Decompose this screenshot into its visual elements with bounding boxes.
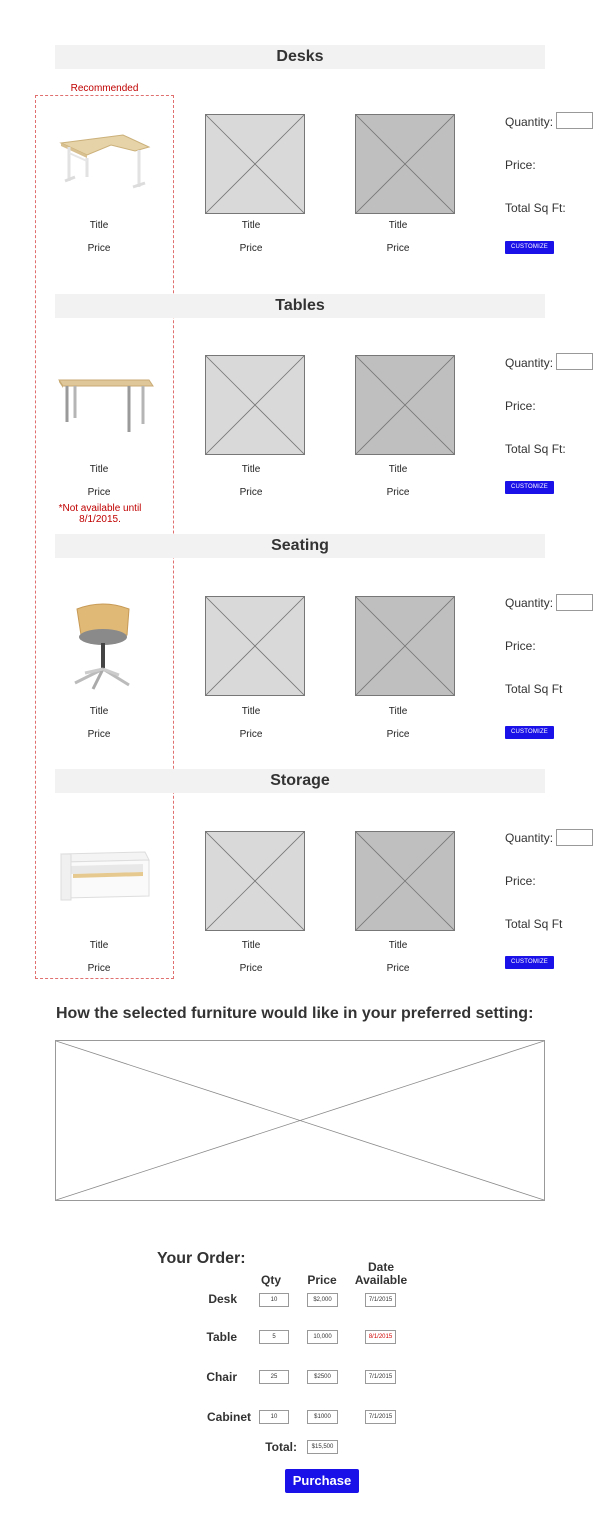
chair-photo[interactable] bbox=[53, 595, 155, 697]
quantity-label: Quantity: bbox=[505, 115, 554, 129]
customize-button[interactable]: CUSTOMIZE bbox=[505, 241, 554, 254]
section-title-seating: Seating bbox=[55, 534, 545, 558]
date-column-header-line2: Available bbox=[354, 1273, 408, 1287]
item-price: Price bbox=[87, 487, 111, 498]
order-date-field: 7/1/2015 bbox=[365, 1293, 396, 1307]
order-qty-field[interactable]: 10 bbox=[259, 1410, 289, 1424]
item-price: Price bbox=[87, 963, 111, 974]
order-qty-field[interactable]: 25 bbox=[259, 1370, 289, 1384]
desk-quantity-input[interactable] bbox=[556, 112, 593, 129]
image-placeholder[interactable] bbox=[355, 596, 455, 696]
quantity-label: Quantity: bbox=[505, 356, 554, 370]
item-title: Title bbox=[89, 706, 109, 717]
image-placeholder[interactable] bbox=[355, 355, 455, 455]
item-title: Title bbox=[241, 706, 261, 717]
image-placeholder[interactable] bbox=[205, 355, 305, 455]
item-price: Price bbox=[386, 963, 410, 974]
item-price: Price bbox=[87, 729, 111, 740]
item-title: Title bbox=[241, 464, 261, 475]
customize-button[interactable]: CUSTOMIZE bbox=[505, 956, 554, 969]
total-sqft-label: Total Sq Ft bbox=[505, 682, 563, 696]
order-qty-field[interactable]: 10 bbox=[259, 1293, 289, 1307]
availability-note: *Not available until 8/1/2015. bbox=[58, 503, 142, 525]
order-row-label: Desk bbox=[208, 1292, 237, 1306]
order-date-field: 7/1/2015 bbox=[365, 1370, 396, 1384]
image-placeholder[interactable] bbox=[205, 831, 305, 931]
table-photo[interactable] bbox=[53, 354, 155, 456]
order-total-field: $15,500 bbox=[307, 1440, 338, 1454]
seating-quantity-input[interactable] bbox=[556, 594, 593, 611]
item-title: Title bbox=[89, 464, 109, 475]
price-column-header: Price bbox=[307, 1273, 337, 1287]
section-title-desks: Desks bbox=[55, 45, 545, 69]
order-qty-field[interactable]: 5 bbox=[259, 1330, 289, 1344]
order-row-label: Table bbox=[206, 1330, 237, 1344]
order-row-label: Cabinet bbox=[206, 1410, 251, 1424]
item-price: Price bbox=[239, 487, 263, 498]
qty-column-header: Qty bbox=[260, 1273, 281, 1287]
price-label: Price: bbox=[505, 639, 536, 653]
item-price: Price bbox=[386, 729, 410, 740]
recommended-label: Recommended bbox=[70, 83, 139, 94]
item-title: Title bbox=[388, 706, 408, 717]
quantity-label: Quantity: bbox=[505, 831, 554, 845]
price-label: Price: bbox=[505, 399, 536, 413]
image-placeholder[interactable] bbox=[355, 114, 455, 214]
item-price: Price bbox=[239, 963, 263, 974]
order-price-field: 10,000 bbox=[307, 1330, 338, 1344]
order-date-field: 8/1/2015 bbox=[365, 1330, 396, 1344]
total-sqft-label: Total Sq Ft bbox=[505, 917, 563, 931]
image-placeholder[interactable] bbox=[205, 114, 305, 214]
setting-preview-image bbox=[55, 1040, 545, 1201]
item-title: Title bbox=[241, 940, 261, 951]
section-title-storage: Storage bbox=[55, 769, 545, 793]
table-quantity-input[interactable] bbox=[556, 353, 593, 370]
item-title: Title bbox=[89, 220, 109, 231]
preview-heading: How the selected furniture would like in… bbox=[56, 1005, 534, 1022]
order-title: Your Order: bbox=[157, 1250, 246, 1267]
price-label: Price: bbox=[505, 158, 536, 172]
image-placeholder[interactable] bbox=[355, 831, 455, 931]
order-row-label: Chair bbox=[206, 1370, 237, 1384]
price-label: Price: bbox=[505, 874, 536, 888]
order-price-field: $2,000 bbox=[307, 1293, 338, 1307]
item-title: Title bbox=[241, 220, 261, 231]
item-price: Price bbox=[239, 729, 263, 740]
item-price: Price bbox=[386, 487, 410, 498]
item-title: Title bbox=[388, 220, 408, 231]
section-title-tables: Tables bbox=[55, 294, 545, 318]
item-price: Price bbox=[386, 243, 410, 254]
item-price: Price bbox=[239, 243, 263, 254]
item-price: Price bbox=[87, 243, 111, 254]
order-total-label: Total: bbox=[265, 1440, 297, 1454]
order-price-field: $2500 bbox=[307, 1370, 338, 1384]
image-placeholder[interactable] bbox=[205, 596, 305, 696]
customize-button[interactable]: CUSTOMIZE bbox=[505, 481, 554, 494]
quantity-label: Quantity: bbox=[505, 596, 554, 610]
storage-quantity-input[interactable] bbox=[556, 829, 593, 846]
item-title: Title bbox=[388, 940, 408, 951]
item-title: Title bbox=[388, 464, 408, 475]
total-sqft-label: Total Sq Ft: bbox=[505, 201, 566, 215]
item-title: Title bbox=[89, 940, 109, 951]
desk-photo[interactable] bbox=[53, 113, 155, 215]
order-date-field: 7/1/2015 bbox=[365, 1410, 396, 1424]
order-price-field: $1000 bbox=[307, 1410, 338, 1424]
storage-photo[interactable] bbox=[53, 830, 155, 932]
customize-button[interactable]: CUSTOMIZE bbox=[505, 726, 554, 739]
purchase-button[interactable]: Purchase bbox=[285, 1469, 359, 1493]
date-column-header-line1: Date bbox=[367, 1260, 394, 1274]
total-sqft-label: Total Sq Ft: bbox=[505, 442, 566, 456]
